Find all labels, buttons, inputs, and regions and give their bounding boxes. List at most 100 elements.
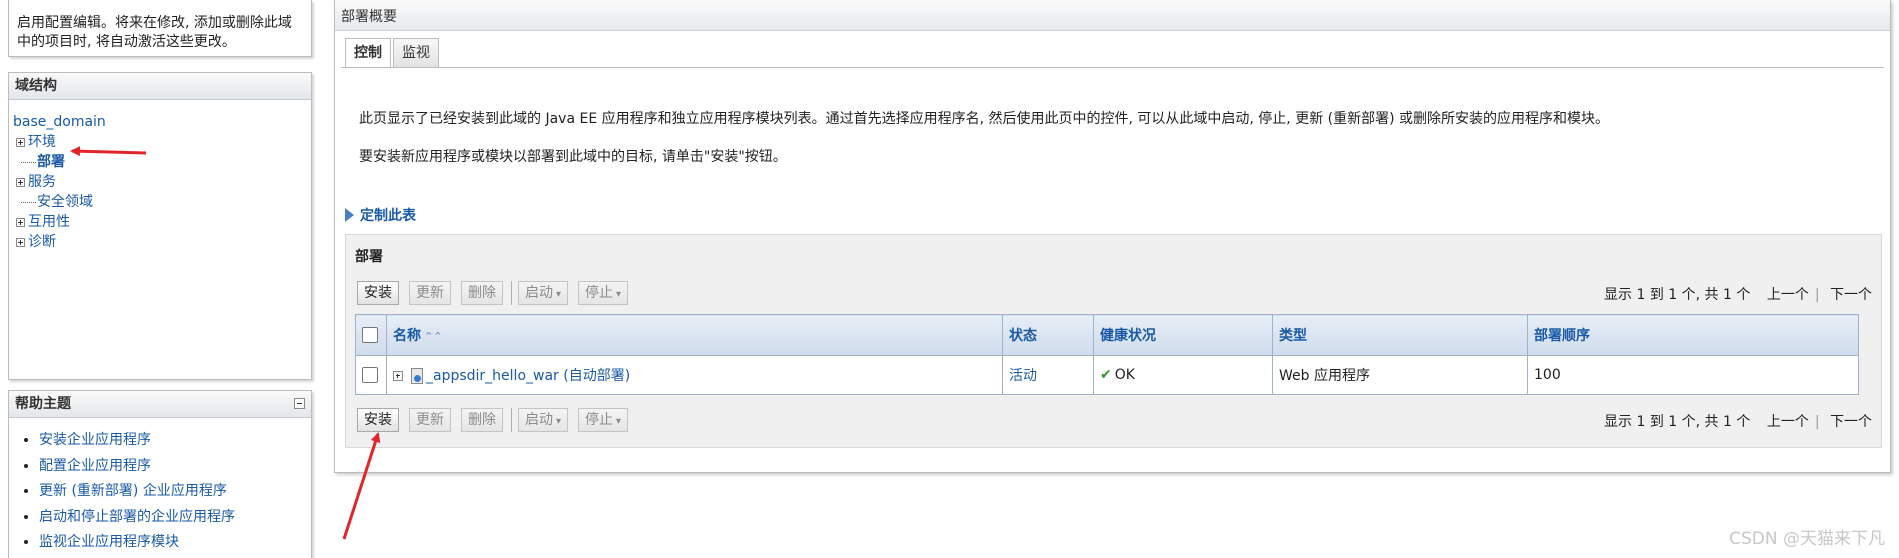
help-topics-panel: 帮助主题 安装企业应用程序 配置企业应用程序 更新 (重新部署) 企业应用程序 … xyxy=(8,390,312,558)
pager-prev[interactable]: 上一个 xyxy=(1767,287,1809,303)
check-icon: ✔ xyxy=(1100,367,1112,383)
column-header-state[interactable]: 状态 xyxy=(1002,314,1094,356)
web-app-icon xyxy=(411,368,423,384)
domain-structure-panel: 域结构 base_domain 环境 部署 服务 安全领域 互用性 诊断 xyxy=(8,72,312,380)
expand-icon[interactable] xyxy=(16,237,25,247)
list-item: 启动和停止部署的企业应用程序 xyxy=(39,505,311,531)
tree-item-deployments[interactable]: 部署 xyxy=(13,152,311,172)
name-cell: _appsdir_hello_war (自动部署) xyxy=(386,355,1003,395)
expand-triangle-icon xyxy=(345,208,354,222)
install-button[interactable]: 安装 xyxy=(357,281,399,305)
row-select-cell xyxy=(355,355,387,395)
tab-monitoring[interactable]: 监视 xyxy=(393,38,439,68)
update-button[interactable]: 更新 xyxy=(409,408,451,432)
state-link[interactable]: 活动 xyxy=(1009,368,1037,384)
install-hint: 要安装新应用程序或模块以部署到此域中的目标, 请单击"安装"按钮。 xyxy=(359,149,787,165)
delete-button[interactable]: 删除 xyxy=(461,281,503,305)
tree-item-interoperability[interactable]: 互用性 xyxy=(13,212,311,232)
chevron-down-icon: ▾ xyxy=(556,289,562,300)
help-link[interactable]: 安装企业应用程序 xyxy=(39,432,151,448)
row-checkbox[interactable] xyxy=(362,367,378,383)
pager-separator: | xyxy=(1814,287,1820,303)
tree-item-security-realms[interactable]: 安全领域 xyxy=(13,192,311,212)
health-value: OK xyxy=(1114,367,1135,383)
health-cell: ✔ OK xyxy=(1093,355,1273,395)
customize-table-label[interactable]: 定制此表 xyxy=(360,205,416,225)
state-cell: 活动 xyxy=(1002,355,1094,395)
tree-item-label[interactable]: 部署 xyxy=(37,152,65,172)
pager-top: 显示 1 到 1 个, 共 1 个 上一个 | 下一个 xyxy=(1604,284,1872,304)
app-name-link[interactable]: _appsdir_hello_war (自动部署) xyxy=(426,368,630,384)
deployments-toolbar-bottom: 安装 更新 删除 启动 ▾ 停止 ▾ xyxy=(357,408,638,432)
column-header-name[interactable]: 名称 ⌃⌃ xyxy=(386,314,1003,356)
tree-root-base-domain[interactable]: base_domain xyxy=(13,112,106,132)
start-dropdown-button[interactable]: 启动 ▾ xyxy=(518,281,569,305)
tree-item-environment[interactable]: 环境 xyxy=(13,132,311,152)
tab-bar: 控制 监视 xyxy=(345,38,441,68)
delete-button[interactable]: 删除 xyxy=(461,408,503,432)
tree-connector xyxy=(21,161,36,163)
deployments-toolbar-top: 安装 更新 删除 启动 ▾ 停止 ▾ xyxy=(357,281,638,305)
help-link[interactable]: 监视企业应用程序模块 xyxy=(39,534,179,550)
table-header-row: 名称 ⌃⌃ 状态 健康状况 类型 部署顺序 xyxy=(355,314,1859,356)
pager-next[interactable]: 下一个 xyxy=(1830,287,1872,303)
pager-next[interactable]: 下一个 xyxy=(1830,414,1872,430)
domain-structure-title: 域结构 xyxy=(9,73,311,100)
column-header-deploy-order[interactable]: 部署顺序 xyxy=(1527,314,1859,356)
stop-dropdown-button[interactable]: 停止 ▾ xyxy=(578,408,629,432)
install-button[interactable]: 安装 xyxy=(357,408,399,432)
sort-ascending-icon[interactable]: ⌃⌃ xyxy=(424,330,442,343)
page-description: 此页显示了已经安装到此域的 Java EE 应用程序和独立应用程序模块列表。通过… xyxy=(359,111,1610,127)
update-button[interactable]: 更新 xyxy=(409,281,451,305)
tree-item-services[interactable]: 服务 xyxy=(13,172,311,192)
help-link[interactable]: 启动和停止部署的企业应用程序 xyxy=(39,509,235,525)
chevron-down-icon: ▾ xyxy=(616,289,622,300)
pager-prev[interactable]: 上一个 xyxy=(1767,414,1809,430)
expand-icon[interactable] xyxy=(16,177,25,187)
help-link[interactable]: 配置企业应用程序 xyxy=(39,458,151,474)
stop-dropdown-button[interactable]: 停止 ▾ xyxy=(578,281,629,305)
stop-label: 停止 xyxy=(585,285,614,301)
start-dropdown-button[interactable]: 启动 ▾ xyxy=(518,408,569,432)
collapse-icon[interactable] xyxy=(294,398,305,409)
left-sidebar: 启用配置编辑。将来在修改, 添加或删除此域中的项目时, 将自动激活这些更改。 域… xyxy=(0,0,316,558)
start-label: 启动 xyxy=(525,412,553,428)
tree-item-label[interactable]: 服务 xyxy=(28,172,56,192)
help-topics-header: 帮助主题 xyxy=(9,391,311,418)
toolbar-separator xyxy=(511,408,512,432)
change-center-panel: 启用配置编辑。将来在修改, 添加或删除此域中的项目时, 将自动激活这些更改。 xyxy=(8,0,312,57)
list-item: 监视企业应用程序模块 xyxy=(39,530,311,556)
tree-item-label[interactable]: 环境 xyxy=(28,132,56,152)
list-item: 更新 (重新部署) 企业应用程序 xyxy=(39,479,311,505)
deploy-order-cell: 100 xyxy=(1527,355,1859,395)
select-all-header xyxy=(355,314,387,356)
domain-tree: base_domain 环境 部署 服务 安全领域 互用性 诊断 xyxy=(9,100,311,252)
pager-separator: | xyxy=(1814,414,1820,430)
help-link[interactable]: 更新 (重新部署) 企业应用程序 xyxy=(39,483,227,499)
tab-control[interactable]: 控制 xyxy=(345,38,391,68)
table-row: _appsdir_hello_war (自动部署) 活动 ✔ OK Web 应用程… xyxy=(355,355,1859,395)
help-topics-list: 安装企业应用程序 配置企业应用程序 更新 (重新部署) 企业应用程序 启动和停止… xyxy=(9,418,311,556)
tree-item-label[interactable]: 诊断 xyxy=(28,232,56,252)
help-topics-title: 帮助主题 xyxy=(15,396,71,412)
watermark: CSDN @天猫来下凡 xyxy=(1729,529,1885,549)
customize-table-link[interactable]: 定制此表 xyxy=(345,205,416,225)
expand-icon[interactable] xyxy=(16,217,25,227)
tree-item-diagnostics[interactable]: 诊断 xyxy=(13,232,311,252)
tree-item-label[interactable]: 互用性 xyxy=(28,212,70,232)
column-header-type[interactable]: 类型 xyxy=(1272,314,1528,356)
column-header-label[interactable]: 名称 xyxy=(393,328,421,344)
deployments-section-title: 部署 xyxy=(355,249,383,265)
tree-connector xyxy=(21,201,36,203)
expand-icon[interactable] xyxy=(393,371,403,381)
tree-item-label[interactable]: 安全领域 xyxy=(37,192,93,212)
stop-label: 停止 xyxy=(585,412,614,428)
deployments-summary-panel: 部署概要 控制 监视 此页显示了已经安装到此域的 Java EE 应用程序和独立… xyxy=(334,0,1891,473)
start-label: 启动 xyxy=(525,285,553,301)
expand-icon[interactable] xyxy=(16,137,25,147)
pager-range: 显示 1 到 1 个, 共 1 个 xyxy=(1604,414,1751,430)
column-header-health[interactable]: 健康状况 xyxy=(1093,314,1273,356)
select-all-checkbox[interactable] xyxy=(362,327,378,343)
list-item: 配置企业应用程序 xyxy=(39,454,311,480)
page-title: 部署概要 xyxy=(335,0,1890,31)
